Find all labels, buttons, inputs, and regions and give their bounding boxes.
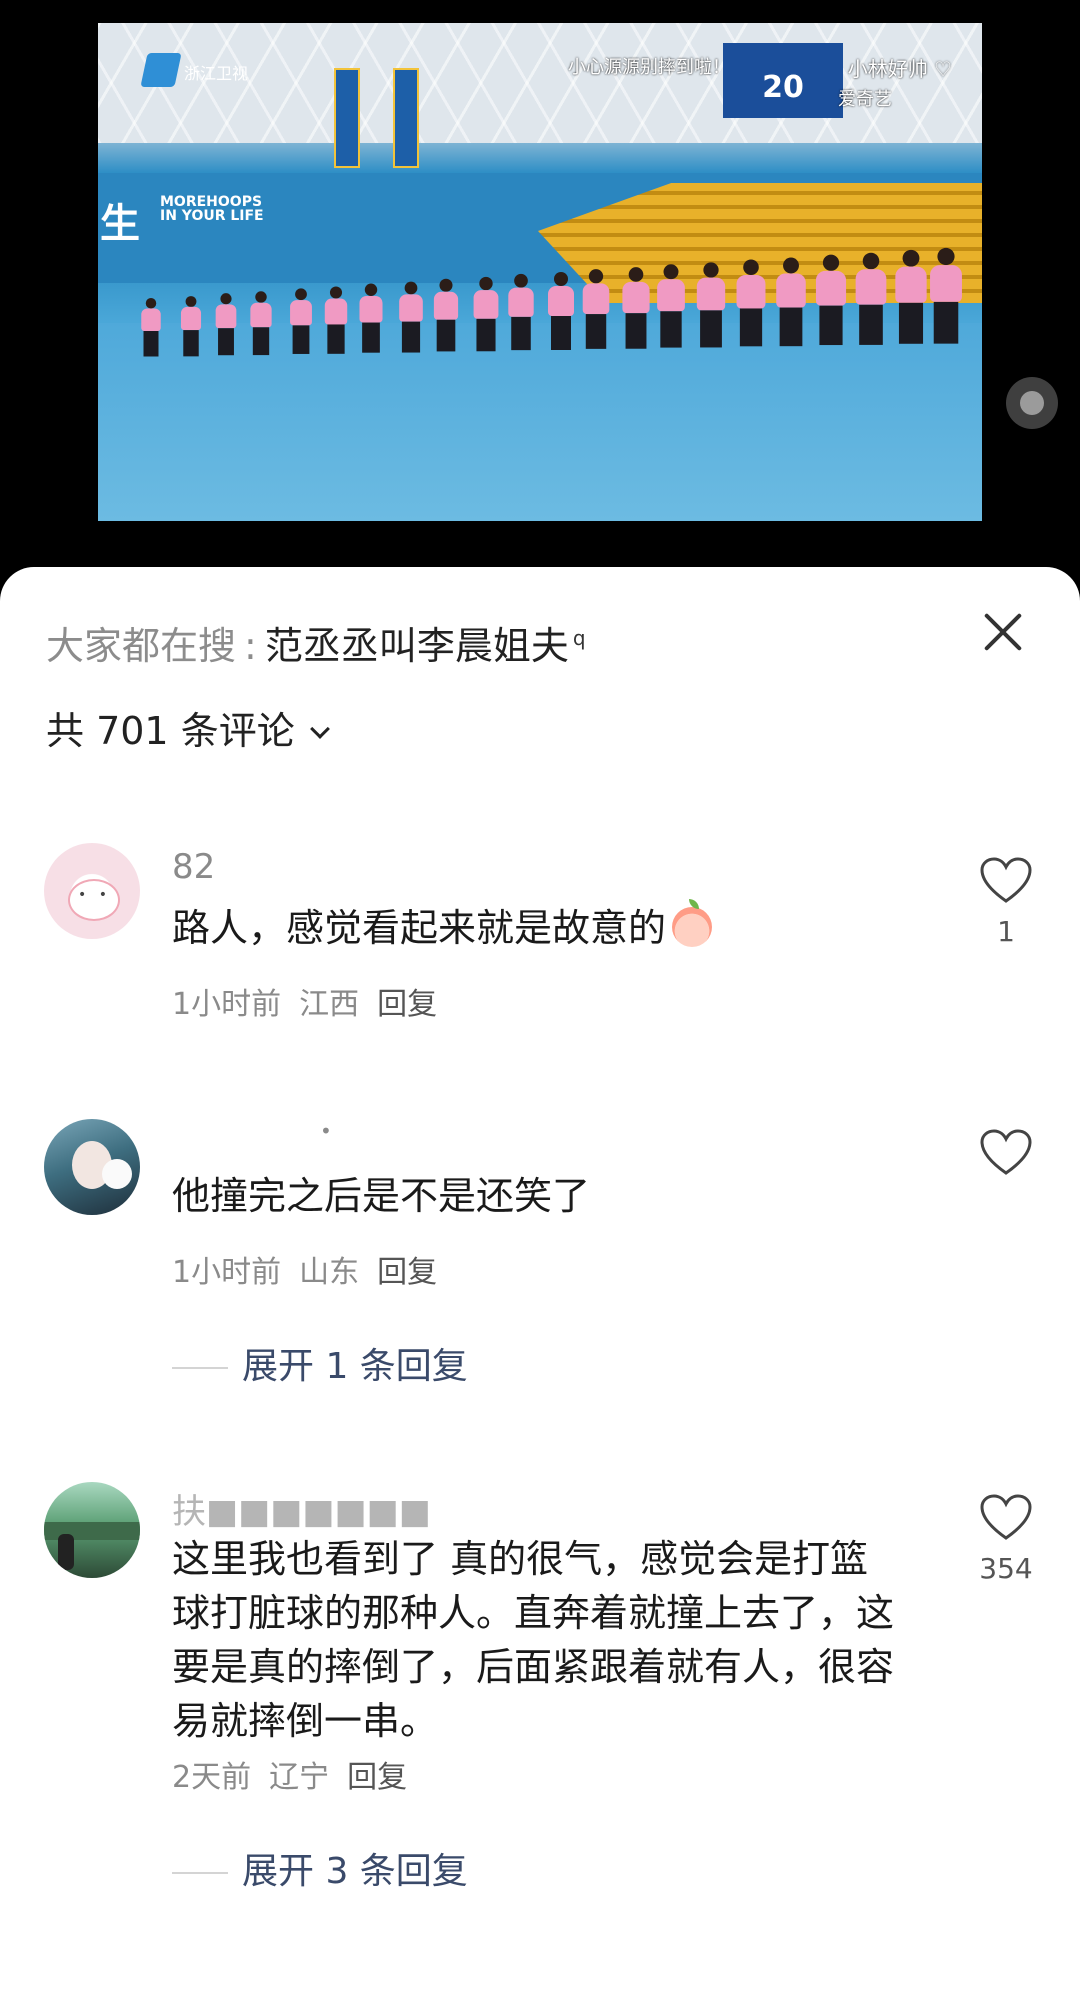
reply-button[interactable]: 回复 [347,1760,407,1795]
comment-meta: 2天前 辽宁 回复 [172,1752,425,1796]
dancer [359,283,383,355]
comment-time: 2天前 [172,1760,252,1795]
arena-ad-char: 生 [100,201,140,247]
danmaku-text-right: 小林好帅 ♡ [847,57,952,81]
comment-count: 共 701 条评论 [46,709,295,753]
heart-icon[interactable] [980,857,1032,905]
comment-username[interactable]: 扶■■■■■■■ [172,1484,431,1533]
station-logo-icon [140,53,182,87]
like-count: 1 [997,915,1015,948]
comment-time: 1小时前 [172,1255,282,1290]
hanging-banner [393,68,419,168]
station-logo-text: 浙江卫视 [184,64,249,83]
dancer [250,290,272,356]
trending-search[interactable]: 大家都在搜: 范丞丞叫李晨姐夫 q [46,615,586,670]
peach-emoji-icon [672,899,713,947]
reply-button[interactable]: 回复 [377,987,437,1022]
trending-search-separator: : [244,624,257,668]
dancer [855,252,887,347]
avatar[interactable] [44,1119,140,1215]
heart-icon[interactable] [980,1129,1032,1177]
reply-button[interactable]: 回复 [377,1255,437,1290]
comment-count-sort[interactable]: 共 701 条评论 [46,700,330,755]
expand-divider [172,1367,228,1369]
dancer [473,276,499,352]
dancers-crowd [128,247,968,368]
dancer [399,281,423,354]
dancer [324,285,348,355]
dancer [582,269,610,351]
expand-divider [172,1872,228,1874]
expand-replies-label: 展开 3 条回复 [242,1851,468,1892]
floating-assist-button[interactable] [1006,377,1058,429]
comment-text[interactable]: 这里我也看到了 真的很气，感觉会是打篮球打脏球的那种人。直奔着就撞上去了，这要是… [172,1532,902,1748]
expand-replies-button[interactable]: 展开 3 条回复 [172,1842,468,1894]
arena-ad-text: MOREHOOPS IN YOUR LIFE [160,195,264,223]
scoreboard: 20 [723,43,843,118]
dancer [622,266,650,351]
comment-meta: 1小时前 江西 回复 [172,979,455,1023]
dancer [433,278,459,354]
like-count: 354 [979,1552,1033,1585]
trending-search-query[interactable]: 范丞丞叫李晨姐夫 [265,624,569,668]
comment-location: 辽宁 [269,1760,330,1795]
dancer [776,257,806,348]
ad-line-2: IN YOUR LIFE [160,208,264,224]
like-button[interactable]: 354 [978,1494,1034,1585]
close-icon[interactable] [978,607,1028,657]
dancer [930,247,962,345]
comment-username[interactable]: • [320,1119,332,1143]
like-button[interactable]: 1 [978,857,1034,948]
comment-text[interactable]: 路人，感觉看起来就是故意的 [172,899,902,955]
chevron-down-icon[interactable] [309,719,330,739]
comment-text[interactable]: 他撞完之后是不是还笑了 [172,1169,902,1223]
heart-icon[interactable] [980,1494,1032,1542]
avatar[interactable] [44,1482,140,1578]
comment-username[interactable]: 82 [172,847,215,887]
dancer [508,273,534,352]
comment-meta: 1小时前 山东 回复 [172,1247,455,1291]
avatar[interactable] [44,843,140,939]
comments-sheet: 大家都在搜:范丞丞叫李晨姐夫q 共 701 条评论 82 路人，感觉看起来就是故… [0,567,1080,2000]
dancer [215,293,237,357]
dancer [290,288,312,355]
dancer [736,259,766,348]
iqiyi-watermark: 爱奇艺 [838,89,892,110]
dancer [548,271,574,352]
hanging-banner [334,68,360,168]
dancer [895,249,927,346]
comment-location: 山东 [299,1255,360,1290]
like-button[interactable] [978,1129,1034,1187]
expand-replies-button[interactable]: 展开 1 条回复 [172,1337,468,1389]
dancer [180,295,202,358]
trending-search-prefix: 大家都在搜 [46,624,237,668]
dancer [141,298,161,358]
expand-replies-label: 展开 1 条回复 [242,1346,468,1387]
video-frame[interactable]: 20 生 MOREHOOPS IN YOUR LIFE 浙江卫视 小心源源别摔到… [98,23,982,521]
comment-time: 1小时前 [172,987,282,1022]
search-icon[interactable]: q [573,626,586,650]
dancer [696,261,726,349]
danmaku-text: 小心源源别摔到啦！ [568,57,730,78]
dancer [815,254,847,348]
station-logo: 浙江卫视 [140,53,264,87]
dancer [657,264,685,349]
video-player[interactable]: 20 生 MOREHOOPS IN YOUR LIFE 浙江卫视 小心源源别摔到… [0,0,1080,570]
comment-location: 江西 [299,987,360,1022]
ad-line-1: MOREHOOPS [160,194,263,210]
comment-text-content: 路人，感觉看起来就是故意的 [172,906,667,950]
